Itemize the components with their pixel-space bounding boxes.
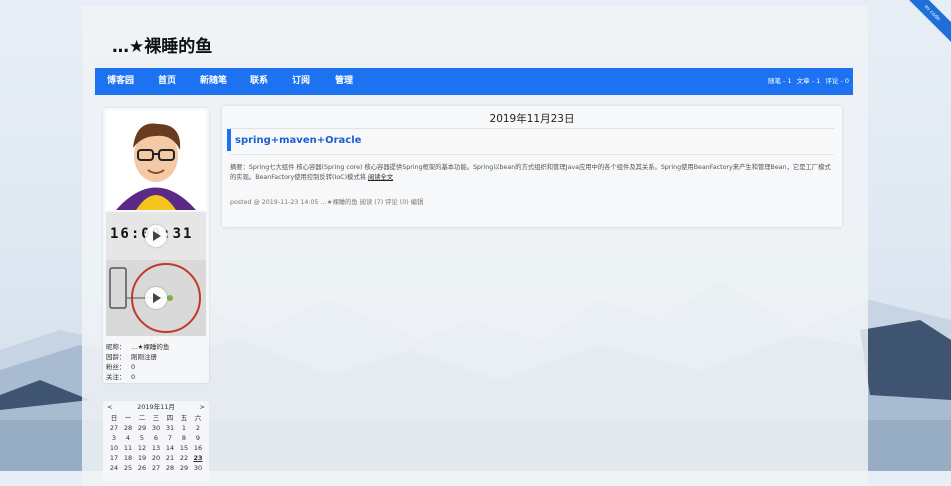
calendar-day[interactable]: 17 — [107, 453, 121, 463]
nav-item-new-post[interactable]: 新随笔 — [200, 68, 227, 95]
blog-stats: 随笔 - 1 文章 - 1 评论 - 0 — [765, 68, 849, 95]
calendar-day[interactable]: 31 — [163, 423, 177, 433]
post-title-link[interactable]: spring+maven+Oracle — [235, 135, 361, 146]
calendar-day[interactable]: 24 — [107, 463, 121, 473]
calendar-day[interactable]: 20 — [149, 453, 163, 463]
calendar-day[interactable]: 27 — [107, 423, 121, 433]
calendar-weekday: 三 — [152, 414, 160, 422]
nav-item-cnblogs[interactable]: 博客园 — [107, 68, 134, 95]
calendar-day[interactable]: 2 — [191, 423, 205, 433]
calendar-day[interactable]: 26 — [135, 463, 149, 473]
profile-row-age: 园龄： 刚刚注册 — [106, 353, 157, 361]
calendar-day[interactable]: 30 — [191, 463, 205, 473]
post-card: 2019年11月23日 spring+maven+Oracle 摘要：Sprin… — [222, 106, 842, 227]
calendar-day[interactable]: 6 — [149, 433, 163, 443]
divider — [230, 128, 834, 129]
stat-articles: 文章 - 1 — [796, 77, 821, 85]
blog-title[interactable]: …★裸睡的鱼 — [112, 32, 212, 57]
calendar-header: < 2019年11月 > — [103, 401, 209, 413]
calendar-day[interactable]: 25 — [121, 463, 135, 473]
calendar-day[interactable]: 29 — [177, 463, 191, 473]
calendar-day[interactable]: 29 — [135, 423, 149, 433]
profile-nickname-link[interactable]: …★裸睡的鱼 — [131, 343, 169, 351]
calendar-day[interactable]: 9 — [191, 433, 205, 443]
calendar-day[interactable]: 18 — [121, 453, 135, 463]
video-clock-face[interactable] — [106, 260, 206, 336]
calendar-day[interactable]: 4 — [121, 433, 135, 443]
calendar-day[interactable]: 23 — [191, 453, 205, 463]
calendar-widget: < 2019年11月 > 日一二三四五六 27 28 29 30 31 1 2 3 4 5 6 7 8 9 1… — [103, 401, 209, 481]
read-more-link[interactable]: 阅读全文 — [368, 174, 393, 181]
calendar-day[interactable]: 12 — [135, 443, 149, 453]
play-icon[interactable] — [145, 225, 167, 247]
profile-row-following: 关注： 0 — [106, 373, 136, 381]
calendar-weekday: 五 — [180, 414, 188, 422]
calendar-day[interactable]: 19 — [135, 453, 149, 463]
calendar-grid: 日一二三四五六 27 28 29 30 31 1 2 3 4 5 6 7 8 9 10 11 12 13 14 15 16… — [107, 413, 209, 473]
profile-following-link[interactable]: 0 — [131, 373, 135, 381]
video-clock[interactable]: 16:00:31 — [106, 212, 206, 260]
nav-item-manage[interactable]: 管理 — [335, 68, 353, 95]
stat-comments: 评论 - 0 — [825, 77, 849, 85]
calendar-day[interactable]: 16 — [191, 443, 205, 453]
calendar-prev-button[interactable]: < — [107, 401, 112, 413]
calendar-day[interactable]: 1 — [177, 423, 191, 433]
nav-item-contact[interactable]: 联系 — [250, 68, 268, 95]
profile-row-followers: 粉丝： 0 — [106, 363, 136, 371]
calendar-day[interactable]: 30 — [149, 423, 163, 433]
calendar-day[interactable]: 21 — [163, 453, 177, 463]
calendar-weekday: 四 — [166, 414, 174, 422]
top-navbar: 博客园 首页 新随笔 联系 订阅 管理 随笔 - 1 文章 - 1 评论 - 0 — [95, 68, 853, 95]
nav-item-subscribe[interactable]: 订阅 — [292, 68, 310, 95]
profile-row-nickname: 昵称： …★裸睡的鱼 — [106, 343, 170, 351]
nav-item-home[interactable]: 首页 — [158, 68, 176, 95]
avatar — [106, 110, 206, 210]
post-footer: posted @ 2019-11-23 14:05 …★裸睡的鱼 阅读 (7) … — [230, 199, 424, 206]
divider — [230, 154, 834, 155]
post-summary-text: 摘要：Spring七大组件 核心容器(Spring core) 核心容器提供Sp… — [230, 164, 831, 181]
calendar-day[interactable]: 27 — [149, 463, 163, 473]
calendar-day[interactable]: 5 — [135, 433, 149, 443]
calendar-weekday: 一 — [124, 414, 132, 422]
calendar-day[interactable]: 13 — [149, 443, 163, 453]
calendar-day[interactable]: 7 — [163, 433, 177, 443]
post-date: 2019年11月23日 — [489, 113, 575, 125]
calendar-day[interactable]: 28 — [121, 423, 135, 433]
calendar-day[interactable]: 22 — [177, 453, 191, 463]
post-summary: 摘要：Spring七大组件 核心容器(Spring core) 核心容器提供Sp… — [230, 163, 836, 183]
stat-posts: 随笔 - 1 — [767, 77, 792, 85]
calendar-weekday: 日 — [110, 414, 118, 422]
calendar-weekday: 六 — [194, 414, 202, 422]
profile-followers-link[interactable]: 0 — [131, 363, 135, 371]
calendar-day[interactable]: 15 — [177, 443, 191, 453]
profile-info: 昵称： …★裸睡的鱼 园龄： 刚刚注册 粉丝： 0 关注： 0 — [106, 342, 169, 382]
calendar-day[interactable]: 11 — [121, 443, 135, 453]
calendar-day[interactable]: 10 — [107, 443, 121, 453]
play-icon[interactable] — [145, 287, 167, 309]
calendar-day[interactable]: 3 — [107, 433, 121, 443]
profile-age-link[interactable]: 刚刚注册 — [131, 353, 157, 361]
avatar-cartoon-icon — [116, 123, 196, 210]
calendar-day[interactable]: 28 — [163, 463, 177, 473]
calendar-next-button[interactable]: > — [200, 401, 205, 413]
calendar-weekday: 二 — [138, 414, 146, 422]
sidebar-profile-card: 16:00:31 昵称：…★裸睡的鱼 园龄：刚刚注册 粉丝：0 关注：0 — [103, 108, 209, 383]
post-title-accent — [227, 129, 231, 151]
calendar-title: 2019年11月 — [137, 403, 175, 411]
calendar-day[interactable]: 8 — [177, 433, 191, 443]
calendar-day[interactable]: 14 — [163, 443, 177, 453]
